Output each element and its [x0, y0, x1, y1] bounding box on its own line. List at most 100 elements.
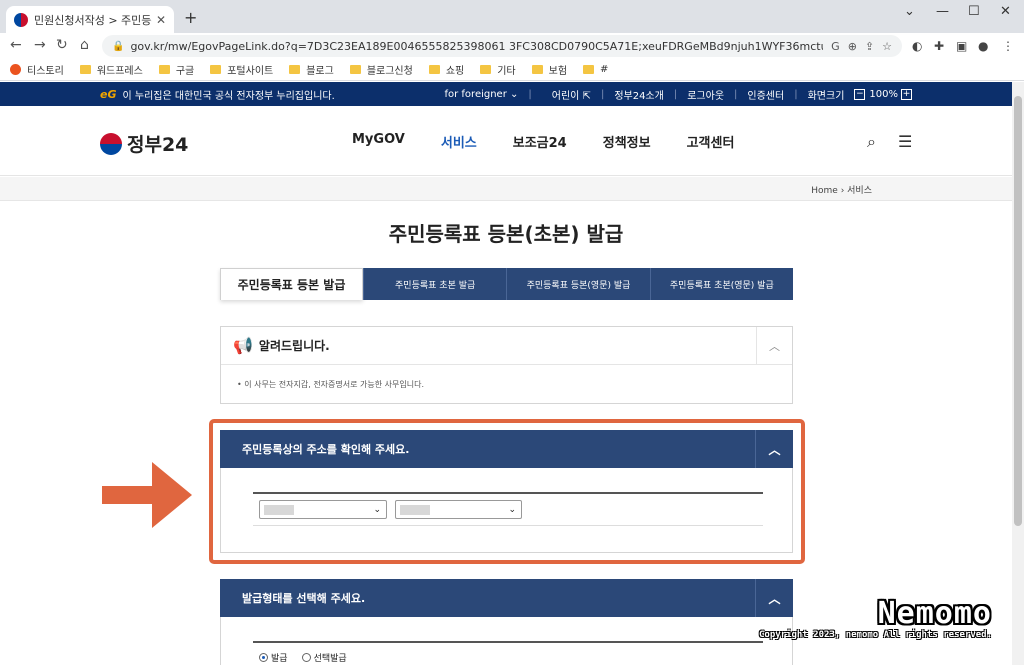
bookmark-star-icon[interactable]: ☆ — [882, 40, 892, 53]
bookmark-item[interactable]: 티스토리 — [10, 62, 64, 77]
tab-chobon[interactable]: 주민등록표 초본 발급 — [363, 268, 507, 300]
gov-official-bar: eG 이 누리집은 대한민국 공식 전자정부 누리집입니다. for forei… — [0, 82, 1012, 106]
hamburger-menu-icon[interactable]: ☰ — [898, 132, 912, 151]
certificate-tabs: 주민등록표 등본 발급 주민등록표 초본 발급 주민등록표 등본(영문) 발급 … — [220, 268, 793, 300]
zoom-level: 100% — [869, 89, 898, 100]
folder-icon — [349, 65, 361, 74]
cert-center-link[interactable]: 인증센터 — [747, 87, 784, 102]
url-text: gov.kr/mw/EgovPageLink.do?q=7D3C23EA189E… — [130, 39, 823, 53]
bookmark-item[interactable]: 구글 — [158, 62, 194, 77]
folder-icon — [583, 65, 595, 74]
site-header: 정부24 MyGOV 서비스 보조금24 정책정보 고객센터 ⌕ ☰ — [0, 106, 1012, 176]
browser-toolbar: ← → ↻ ⌂ 🔒 gov.kr/mw/EgovPageLink.do?q=7D… — [0, 33, 1024, 59]
breadcrumb-current: 서비스 — [847, 186, 872, 196]
google-icon[interactable]: G — [831, 40, 840, 53]
browser-tab-title: 민원신청서작성 > 주민등록표 등 — [34, 13, 152, 27]
tistory-icon — [10, 64, 21, 75]
gov-favicon-icon — [14, 12, 28, 27]
minimize-icon[interactable]: — — [936, 4, 949, 19]
gov24-logo[interactable]: 정부24 — [100, 130, 188, 157]
reload-icon[interactable]: ↻ — [56, 37, 68, 53]
screen-size-label: 화면크기 — [807, 91, 845, 102]
bookmark-item[interactable]: 기타 — [480, 62, 516, 77]
menu-kebab-icon[interactable]: ⋮ — [1002, 39, 1014, 53]
new-tab-icon[interactable]: + — [184, 8, 197, 27]
logout-link[interactable]: 로그아웃 — [687, 87, 724, 102]
radio-issue-label[interactable]: 발급 — [271, 651, 288, 664]
folder-icon — [480, 65, 492, 74]
egov-logo: eG — [100, 88, 117, 101]
puzzle-icon[interactable]: ✚ — [934, 39, 944, 53]
tab-deungbon[interactable]: 주민등록표 등본 발급 — [220, 268, 363, 300]
watermark-copyright: Copyright 2023, nemomo All rights reserv… — [759, 630, 992, 640]
bookmark-item[interactable]: 블로그신청 — [349, 62, 413, 77]
zoom-icon[interactable]: ⊕ — [848, 40, 857, 53]
nav-service[interactable]: 서비스 — [441, 132, 477, 151]
watermark-name: Nemomo — [877, 596, 992, 631]
tab-search-icon[interactable]: ⌄ — [904, 4, 915, 19]
bookmark-item[interactable]: 포털사이트 — [210, 62, 273, 77]
bookmark-item[interactable]: 쇼핑 — [428, 62, 464, 77]
kids-link[interactable]: 어린이 ⇱ — [542, 87, 591, 102]
folder-icon — [289, 65, 301, 74]
browser-tab[interactable]: 민원신청서작성 > 주민등록표 등 ✕ — [6, 6, 174, 33]
close-tab-icon[interactable]: ✕ — [156, 13, 166, 27]
nav-subsidy[interactable]: 보조금24 — [513, 132, 567, 151]
bookmark-item[interactable]: 보험 — [531, 62, 567, 77]
notice-title: 알려드립니다. — [258, 339, 330, 353]
share-icon[interactable]: ⇪ — [865, 40, 874, 53]
breadcrumb-bar: Home › 서비스 — [0, 177, 1012, 201]
megaphone-icon: 📢 — [233, 336, 253, 355]
highlight-frame — [209, 419, 805, 564]
folder-icon — [531, 65, 543, 74]
tab-deungbon-english[interactable]: 주민등록표 등본(영문) 발급 — [506, 268, 650, 300]
bookmark-item[interactable]: 워드프레스 — [79, 62, 143, 77]
page-title: 주민등록표 등본(초본) 발급 — [388, 222, 624, 246]
bookmark-item[interactable]: # — [583, 64, 608, 75]
radio-selective-issue[interactable] — [301, 653, 311, 662]
notice-text: 이 사무는 전자지갑, 전자증명서로 가능한 사무입니다. — [244, 380, 424, 389]
nav-policy[interactable]: 정책정보 — [603, 132, 651, 151]
collapse-notice-button[interactable]: ︿ — [756, 327, 792, 365]
breadcrumb-home[interactable]: Home — [811, 186, 838, 196]
folder-icon — [428, 65, 440, 74]
folder-icon — [158, 65, 170, 74]
folder-icon — [210, 65, 222, 74]
extension-icon[interactable]: ◐ — [912, 39, 922, 53]
annotation-arrow-icon — [102, 462, 192, 528]
issue-section-title: 발급형태를 선택해 주세요. — [242, 592, 366, 605]
main-nav: MyGOV 서비스 보조금24 정책정보 고객센터 — [352, 132, 770, 151]
tab-chobon-english[interactable]: 주민등록표 초본(영문) 발급 — [649, 268, 793, 300]
maximize-icon[interactable]: ☐ — [968, 4, 980, 19]
bookmarks-bar: 티스토리 워드프레스 구글 포털사이트 블로그 블로그신청 쇼핑 기타 보험 # — [0, 59, 1024, 81]
radio-selective-label[interactable]: 선택발급 — [314, 651, 347, 664]
nav-mygov[interactable]: MyGOV — [352, 132, 405, 151]
official-site-notice[interactable]: 이 누리집은 대한민국 공식 전자정부 누리집입니다. — [123, 87, 335, 102]
bookmark-item[interactable]: 블로그 — [289, 62, 334, 77]
taegeuk-icon — [100, 132, 122, 155]
browser-tabstrip: 민원신청서작성 > 주민등록표 등 ✕ + ⌄ — ☐ ✕ — [0, 0, 1024, 33]
sidepanel-icon[interactable]: ▣ — [956, 39, 967, 53]
lock-icon: 🔒 — [112, 40, 125, 52]
page-scrollbar[interactable] — [1012, 82, 1024, 665]
profile-avatar-icon[interactable]: ● — [978, 39, 988, 53]
folder-icon — [79, 65, 91, 74]
scrollbar-thumb[interactable] — [1014, 96, 1022, 526]
radio-issue[interactable] — [259, 653, 268, 662]
breadcrumb: Home › 서비스 — [811, 183, 872, 196]
issue-options: 발급 선택발급 — [253, 641, 763, 665]
nav-customer-center[interactable]: 고객센터 — [687, 132, 735, 151]
address-bar[interactable]: 🔒 gov.kr/mw/EgovPageLink.do?q=7D3C23EA18… — [102, 35, 902, 57]
about-link[interactable]: 정부24소개 — [614, 87, 664, 102]
watermark: Nemomo Copyright 2023, nemomo All rights… — [759, 596, 992, 641]
forward-icon[interactable]: → — [34, 37, 46, 53]
search-icon[interactable]: ⌕ — [867, 132, 876, 152]
zoom-in-button[interactable]: + — [901, 89, 912, 100]
for-foreigner-link[interactable]: for foreigner ⌄ — [434, 89, 518, 100]
home-icon[interactable]: ⌂ — [80, 37, 89, 53]
notice-box: 📢 알려드립니다. ︿ • 이 사무는 전자지갑, 전자증명서로 가능한 사무입… — [220, 326, 793, 404]
zoom-out-button[interactable]: − — [854, 89, 866, 100]
back-icon[interactable]: ← — [10, 37, 22, 53]
issue-type-section: 발급형태를 선택해 주세요. ︿ 발급 선택발급 — [220, 579, 793, 665]
close-window-icon[interactable]: ✕ — [1000, 4, 1011, 19]
